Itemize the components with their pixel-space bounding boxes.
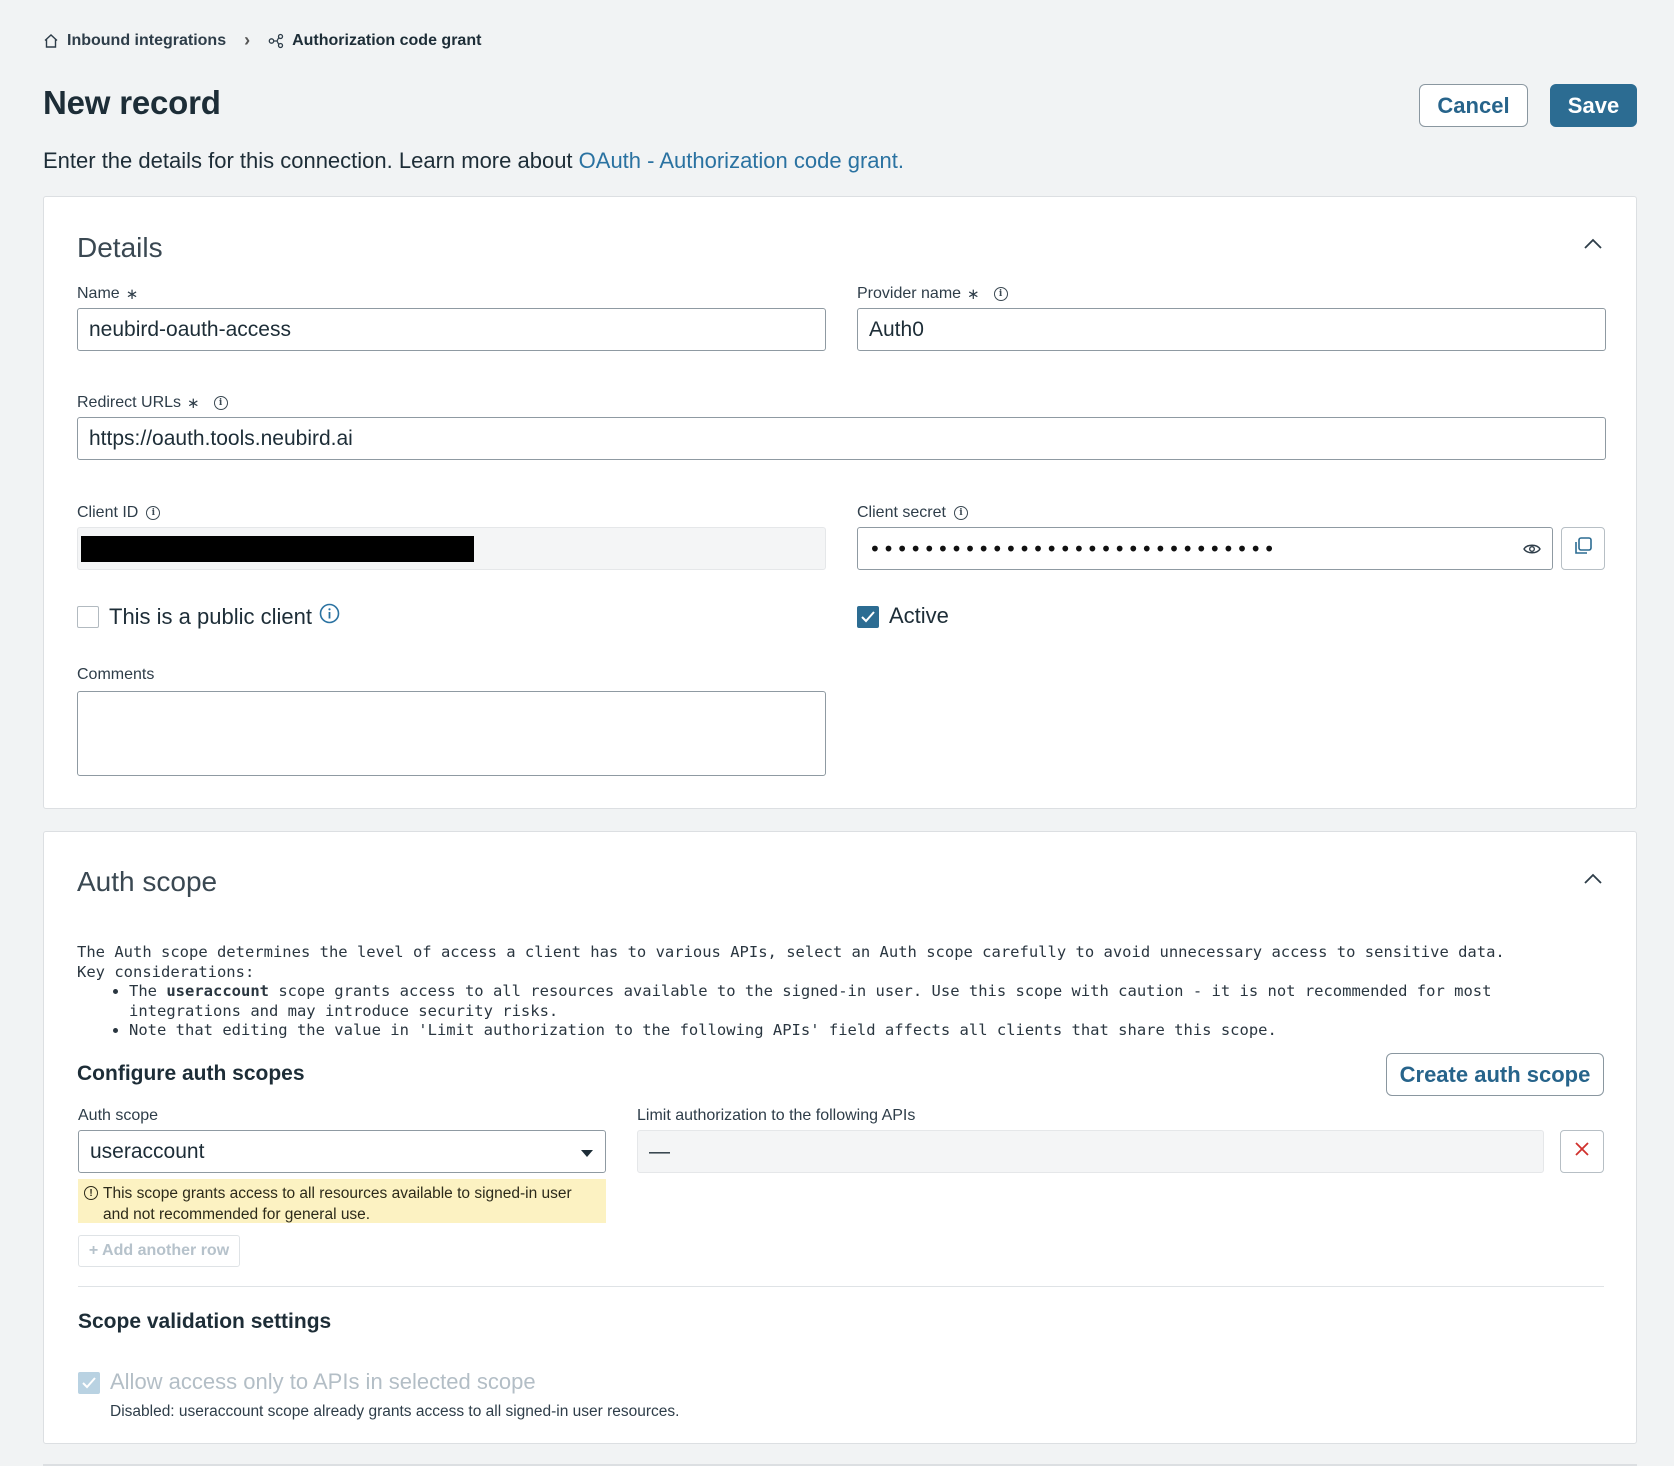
- consideration-item: Note that editing the value in 'Limit au…: [129, 1021, 1607, 1041]
- auth-scope-description: The Auth scope determines the level of a…: [77, 943, 1607, 1041]
- intro-text: Enter the details for this connection. L…: [43, 148, 904, 174]
- intro-description: Enter the details for this connection. L…: [43, 148, 579, 173]
- allow-access-label: Allow access only to APIs in selected sc…: [110, 1369, 536, 1394]
- integration-icon: [268, 33, 284, 49]
- comments-textarea[interactable]: [77, 691, 826, 776]
- required-marker: ∗: [187, 395, 200, 412]
- client-id-label: Client ID i: [77, 504, 161, 522]
- auth-scope-label: Auth scope: [78, 1107, 159, 1124]
- chevron-up-icon[interactable]: [1582, 237, 1604, 256]
- allow-access-checkbox[interactable]: [78, 1372, 100, 1394]
- cancel-button[interactable]: Cancel: [1419, 84, 1528, 127]
- scope-warning-text: This scope grants access to all resource…: [103, 1185, 572, 1223]
- redacted-client-id: [81, 535, 474, 562]
- public-client-label: This is a public client: [109, 603, 340, 630]
- client-secret-label-text: Client secret: [857, 504, 946, 521]
- limit-apis-field: —: [637, 1130, 1544, 1173]
- info-icon[interactable]: i: [146, 506, 161, 520]
- close-icon: [1574, 1141, 1590, 1162]
- limit-apis-label: Limit authorization to the following API…: [637, 1107, 916, 1124]
- eye-icon[interactable]: [1523, 537, 1541, 561]
- active-checkbox[interactable]: [857, 606, 879, 628]
- copy-icon: [1573, 536, 1593, 561]
- breadcrumb: Inbound integrations › Authorization cod…: [43, 30, 481, 51]
- public-client-label-text: This is a public client: [109, 603, 312, 629]
- auth-scope-card: Auth scope The Auth scope determines the…: [43, 831, 1637, 1444]
- auth-scope-select[interactable]: useraccount: [78, 1130, 606, 1173]
- copy-button[interactable]: [1561, 527, 1605, 570]
- consideration-item: The useraccount scope grants access to a…: [129, 982, 1607, 1021]
- bullet1-suffix: scope grants access to all resources ava…: [129, 982, 1492, 1020]
- section-divider: [78, 1286, 1604, 1287]
- required-marker: ∗: [125, 286, 139, 303]
- info-icon[interactable]: [319, 603, 340, 630]
- provider-label-text: Provider name: [857, 285, 962, 302]
- auth-scope-select-value: useraccount: [90, 1139, 205, 1163]
- chevron-right-icon: ›: [244, 30, 251, 50]
- create-auth-scope-button[interactable]: Create auth scope: [1386, 1053, 1604, 1096]
- home-icon: [43, 33, 59, 49]
- key-considerations-label: Key considerations:: [77, 962, 255, 981]
- bullet1-prefix: The: [129, 982, 167, 1000]
- bullet1-bold: useraccount: [166, 982, 269, 1000]
- considerations-list: The useraccount scope grants access to a…: [77, 982, 1607, 1041]
- scope-validation-title: Scope validation settings: [78, 1310, 332, 1333]
- public-client-checkbox[interactable]: [77, 606, 99, 628]
- name-label: Name ∗: [77, 285, 138, 303]
- details-section-title: Details: [77, 232, 163, 263]
- auth-scope-intro: The Auth scope determines the level of a…: [77, 943, 1505, 961]
- redirect-label-text: Redirect URLs: [77, 394, 182, 411]
- info-icon[interactable]: i: [953, 506, 968, 520]
- info-icon[interactable]: i: [993, 287, 1008, 301]
- chevron-up-icon[interactable]: [1582, 872, 1604, 891]
- redirect-urls-label: Redirect URLs ∗ i: [77, 394, 228, 412]
- scope-validation-note: Disabled: useraccount scope already gran…: [110, 1403, 680, 1420]
- client-id-field: [77, 527, 826, 570]
- auth-scope-section-title: Auth scope: [77, 866, 218, 897]
- name-label-text: Name: [77, 285, 120, 302]
- provider-name-input[interactable]: Auth0: [857, 308, 1606, 351]
- comments-label: Comments: [77, 666, 155, 683]
- add-another-row-button[interactable]: + Add another row: [78, 1235, 240, 1267]
- configure-auth-scopes-title: Configure auth scopes: [77, 1062, 305, 1085]
- save-button[interactable]: Save: [1550, 84, 1637, 127]
- redirect-urls-input[interactable]: https://oauth.tools.neubird.ai: [77, 417, 1606, 460]
- page-title: New record: [43, 84, 221, 121]
- provider-name-label: Provider name ∗ i: [857, 285, 1008, 303]
- oauth-learn-more-link[interactable]: OAuth - Authorization code grant.: [579, 148, 904, 173]
- remove-row-button[interactable]: [1560, 1130, 1604, 1173]
- breadcrumb-current: Authorization code grant: [292, 31, 482, 49]
- info-icon[interactable]: i: [213, 396, 228, 410]
- client-secret-mask: ••••••••••••••••••••••••••••••: [869, 536, 1277, 561]
- active-label: Active: [889, 603, 949, 628]
- client-secret-label: Client secret i: [857, 504, 968, 522]
- breadcrumb-inbound-integrations[interactable]: Inbound integrations: [67, 32, 226, 50]
- name-input[interactable]: neubird-oauth-access: [77, 308, 826, 351]
- client-secret-input[interactable]: ••••••••••••••••••••••••••••••: [857, 527, 1553, 570]
- client-id-label-text: Client ID: [77, 504, 139, 521]
- required-marker: ∗: [967, 286, 980, 303]
- warning-icon: !: [84, 1186, 98, 1200]
- caret-down-icon: [580, 1140, 594, 1164]
- details-card: Details Name ∗ neubird-oauth-access Prov…: [43, 196, 1637, 809]
- scope-warning: ! This scope grants access to all resour…: [78, 1179, 606, 1223]
